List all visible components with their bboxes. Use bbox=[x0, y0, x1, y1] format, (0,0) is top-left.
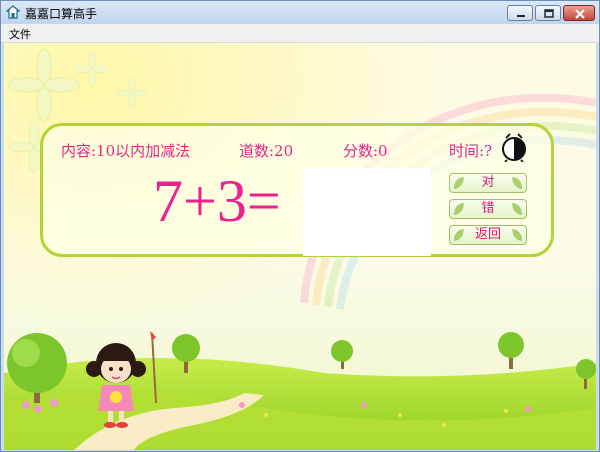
answer-area[interactable] bbox=[303, 168, 431, 256]
leaf-icon bbox=[512, 203, 522, 215]
leaf-icon bbox=[454, 203, 464, 215]
leaf-icon bbox=[454, 177, 464, 189]
wrong-button[interactable]: 错 bbox=[449, 199, 527, 219]
close-icon bbox=[575, 9, 585, 19]
score-label: 分数:0 bbox=[343, 142, 388, 160]
back-button[interactable]: 返回 bbox=[449, 225, 527, 245]
minimize-button[interactable] bbox=[507, 5, 533, 21]
quiz-panel: 内容:10以内加减法 道数:20 分数:0 时间:? 7+3= 对 错 返回 bbox=[40, 123, 554, 257]
correct-button-label: 对 bbox=[481, 175, 495, 190]
back-button-label: 返回 bbox=[474, 227, 501, 242]
leaf-icon bbox=[454, 229, 464, 241]
clock-icon bbox=[502, 133, 526, 162]
maximize-button[interactable] bbox=[535, 5, 561, 21]
menu-bar: 文件 bbox=[1, 24, 599, 43]
time-label: 时间:? bbox=[449, 142, 493, 160]
wrong-button-label: 错 bbox=[481, 201, 495, 216]
menu-file[interactable]: 文件 bbox=[9, 26, 31, 42]
maximize-icon bbox=[544, 9, 554, 18]
math-problem: 7+3= bbox=[153, 168, 281, 234]
app-window: 嘉嘉口算高手 文件 内容:10以内加减法 道数:20 分数:0 时间:? 7+3… bbox=[0, 0, 600, 452]
app-icon bbox=[6, 5, 20, 19]
question-count-label: 道数:20 bbox=[239, 142, 294, 160]
leaf-icon bbox=[512, 229, 522, 241]
quiz-content-label: 内容:10以内加减法 bbox=[61, 142, 191, 160]
window-title: 嘉嘉口算高手 bbox=[25, 7, 98, 21]
game-area: 内容:10以内加减法 道数:20 分数:0 时间:? 7+3= 对 错 返回 bbox=[4, 43, 596, 450]
minimize-icon bbox=[517, 15, 525, 17]
close-button[interactable] bbox=[563, 5, 595, 21]
title-bar[interactable]: 嘉嘉口算高手 bbox=[1, 1, 599, 24]
leaf-icon bbox=[512, 177, 522, 189]
correct-button[interactable]: 对 bbox=[449, 173, 527, 193]
